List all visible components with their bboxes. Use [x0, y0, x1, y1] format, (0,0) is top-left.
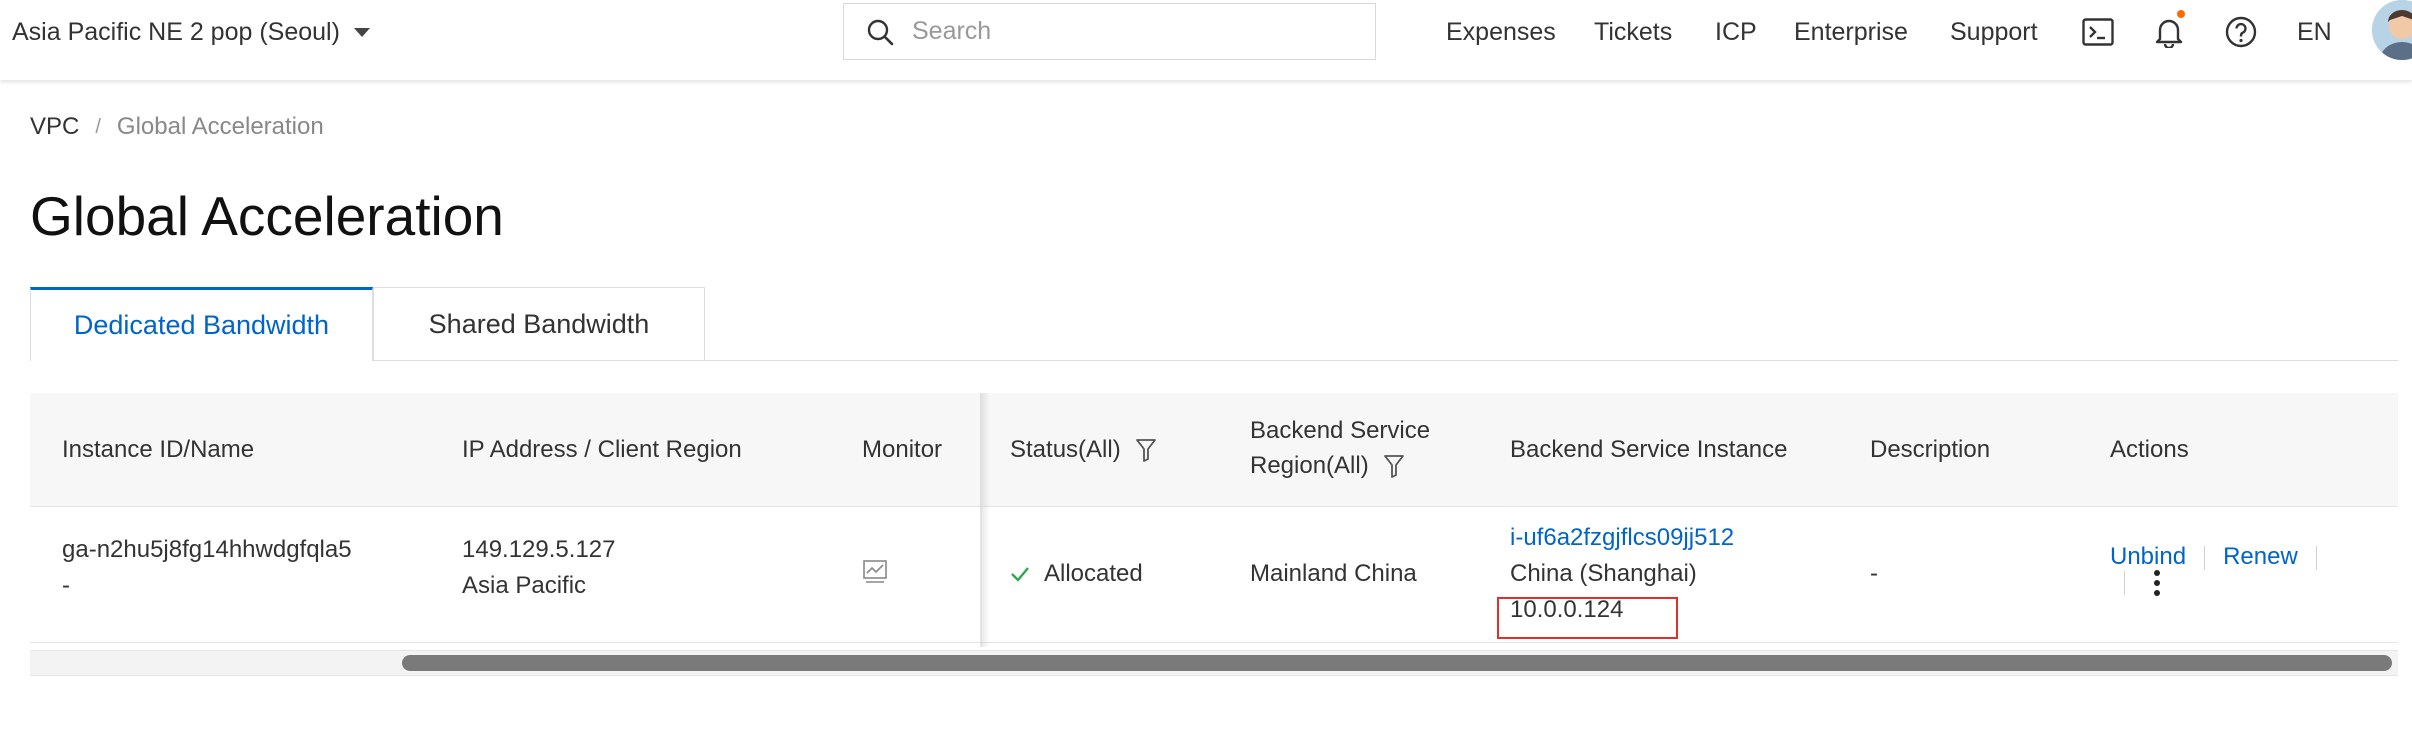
actions-row: Unbind Renew: [2110, 539, 2335, 575]
bell-icon: [2155, 19, 2183, 48]
cell-backend-region: Mainland China: [1250, 560, 1417, 587]
filter-icon[interactable]: [1383, 454, 1405, 478]
col-status: Status(All): [1010, 432, 1157, 467]
help-icon: [2225, 16, 2257, 48]
search-box[interactable]: [843, 3, 1376, 60]
tab-shared-bandwidth[interactable]: Shared Bandwidth: [373, 287, 705, 360]
check-icon: [1011, 567, 1029, 582]
col-description: Description: [1870, 436, 1991, 463]
cell-actions: Unbind Renew: [2110, 539, 2335, 597]
breadcrumb: VPC / Global Acceleration: [30, 113, 324, 141]
col-monitor: Monitor: [862, 436, 943, 463]
cell-status: Allocated: [1010, 556, 1143, 592]
nav-icp[interactable]: ICP: [1715, 12, 1757, 52]
nav-expenses[interactable]: Expenses: [1446, 12, 1556, 52]
col-backend-region-line2-wrap: Region(All): [1250, 448, 1430, 483]
search-icon: [867, 19, 894, 45]
help-button[interactable]: [2222, 13, 2260, 51]
col-actions: Actions: [2110, 436, 2189, 463]
nav-enterprise[interactable]: Enterprise: [1794, 12, 1908, 52]
renew-link[interactable]: Renew: [2223, 543, 2298, 570]
col-backend-region: Backend Service Region(All): [1250, 413, 1430, 483]
language-switch[interactable]: EN: [2297, 12, 2332, 52]
page-title: Global Acceleration: [30, 185, 504, 247]
user-avatar[interactable]: [2372, 0, 2412, 60]
region-selector[interactable]: Asia Pacific NE 2 pop (Seoul): [12, 12, 370, 52]
caret-down-icon: [353, 27, 370, 37]
action-separator: [2124, 571, 2125, 595]
col-status-label: Status(All): [1010, 436, 1121, 463]
search-input[interactable]: [910, 16, 1334, 47]
cell-instance: ga-n2hu5j8fg14hhwdgfqla5 -: [62, 532, 352, 604]
ip-highlight-box: [1497, 597, 1678, 639]
scrollbar-thumb[interactable]: [402, 655, 2392, 671]
table-header: Instance ID/Name IP Address / Client Reg…: [30, 393, 2398, 507]
terminal-button[interactable]: [2079, 13, 2117, 51]
cell-monitor: [862, 559, 888, 596]
client-region: Asia Pacific: [462, 572, 587, 599]
region-label: Asia Pacific NE 2 pop (Seoul): [12, 17, 340, 46]
avatar-icon: [2372, 0, 2412, 60]
tab-label: Shared Bandwidth: [428, 308, 650, 339]
notifications-button[interactable]: [2150, 10, 2188, 51]
unbind-link[interactable]: Unbind: [2110, 543, 2186, 570]
monitor-chart-icon[interactable]: [862, 559, 888, 585]
top-navigation-bar: Asia Pacific NE 2 pop (Seoul) Expenses T…: [0, 0, 2412, 80]
breadcrumb-separator: /: [95, 115, 101, 138]
col-backend-region-line1: Backend Service: [1250, 417, 1431, 444]
action-separator: [2204, 545, 2206, 570]
status-text: Allocated: [1044, 560, 1143, 587]
more-vertical-icon[interactable]: [2153, 569, 2161, 597]
backend-instance-region: China (Shanghai): [1510, 560, 1697, 587]
col-ip: IP Address / Client Region: [462, 436, 742, 463]
ip-address: 149.129.5.127: [462, 536, 616, 563]
tab-bar: Dedicated Bandwidth Shared Bandwidth: [30, 287, 2398, 361]
col-instance: Instance ID/Name: [62, 436, 255, 463]
col-backend-instance: Backend Service Instance: [1510, 436, 1788, 463]
instance-id: ga-n2hu5j8fg14hhwdgfqla5: [62, 536, 352, 563]
breadcrumb-current: Global Acceleration: [116, 113, 324, 140]
filter-icon[interactable]: [1135, 438, 1157, 462]
action-separator: [2315, 545, 2317, 570]
fixed-column-divider: [981, 393, 982, 647]
terminal-icon: [2082, 18, 2114, 46]
backend-instance-link[interactable]: i-uf6a2fzgjflcs09jj512: [1510, 520, 1734, 556]
breadcrumb-vpc[interactable]: VPC: [30, 113, 79, 141]
instances-table: Instance ID/Name IP Address / Client Reg…: [30, 393, 2398, 678]
horizontal-scrollbar[interactable]: [30, 650, 2398, 676]
nav-support[interactable]: Support: [1950, 12, 2038, 52]
cell-ip: 149.129.5.127 Asia Pacific: [462, 532, 615, 604]
tab-dedicated-bandwidth[interactable]: Dedicated Bandwidth: [30, 287, 373, 361]
instance-name: -: [62, 572, 70, 599]
notification-dot: [2177, 10, 2185, 18]
nav-tickets[interactable]: Tickets: [1594, 12, 1672, 52]
col-backend-region-line2: Region(All): [1250, 452, 1369, 479]
cell-description: -: [1870, 560, 1878, 587]
tab-label: Dedicated Bandwidth: [73, 310, 330, 340]
table-row: ga-n2hu5j8fg14hhwdgfqla5 - 149.129.5.127…: [30, 507, 2398, 643]
